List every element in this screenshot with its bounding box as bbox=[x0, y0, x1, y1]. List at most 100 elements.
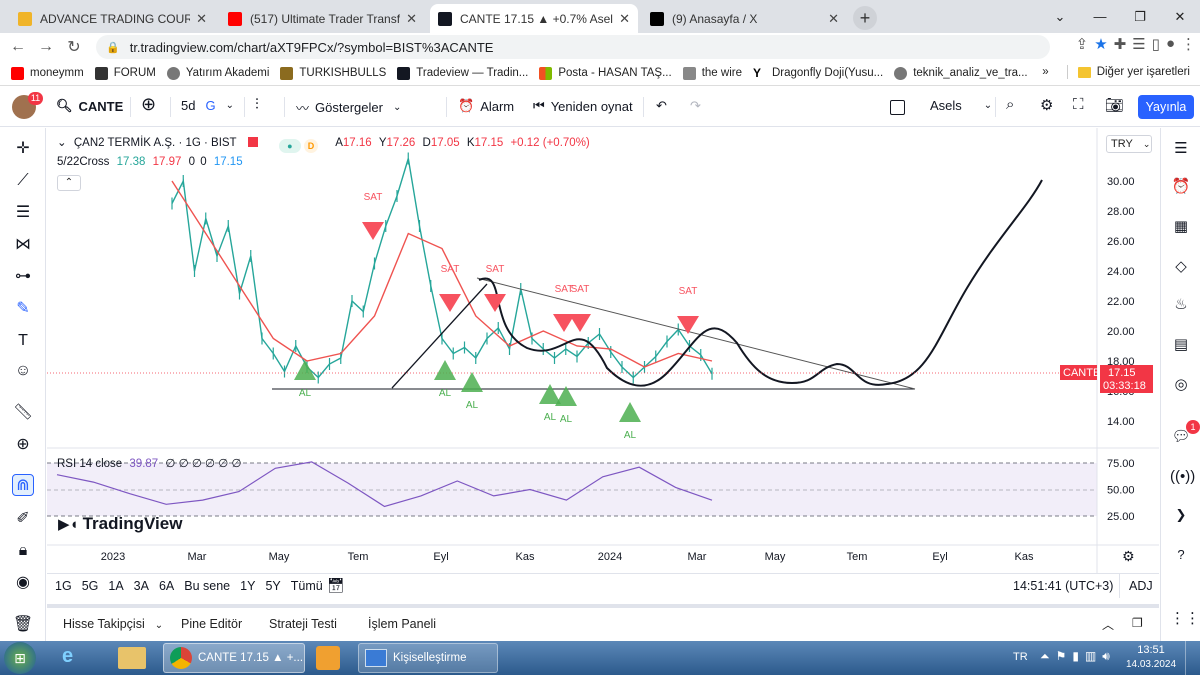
quick-search-icon[interactable]: ⌕ bbox=[1006, 96, 1014, 113]
close-icon[interactable]: ✕ bbox=[406, 11, 417, 27]
language-indicator[interactable]: TR bbox=[1013, 651, 1028, 663]
show-desktop-button[interactable] bbox=[1185, 641, 1200, 675]
replay-button[interactable]: ⏮ Yeniden oynat bbox=[533, 98, 633, 114]
bookmark-item[interactable]: FORUM bbox=[94, 66, 156, 80]
clock-timezone[interactable]: 14:51:41 (UTC+3) bbox=[1013, 579, 1113, 593]
lock-icon[interactable]: 🔒︎ bbox=[12, 540, 34, 562]
adjust-data-toggle[interactable]: ADJ bbox=[1129, 579, 1153, 593]
bookmark-item[interactable]: Posta - HASAN TAŞ... bbox=[539, 66, 672, 80]
flag-icon[interactable] bbox=[247, 137, 258, 147]
browser-tab[interactable]: (517) Ultimate Trader Transform ✕ bbox=[220, 4, 425, 33]
taskbar-time[interactable]: 13:51 bbox=[1130, 644, 1172, 656]
reload-icon[interactable]: ↻ bbox=[60, 37, 88, 57]
symbol-title[interactable]: ÇAN2 TERMİK A.Ş. · 1G · BIST bbox=[74, 137, 237, 149]
timeframe-button[interactable]: 5Y bbox=[265, 579, 280, 593]
undo-icon[interactable]: ↶ bbox=[656, 98, 667, 114]
interval-selector[interactable]: 5d G ⌄ bbox=[181, 98, 234, 113]
reading-list-icon[interactable]: ☰ bbox=[1132, 35, 1145, 53]
bookmark-item[interactable]: Y Dragonfly Doji(Yusu... bbox=[752, 66, 883, 80]
redo-icon[interactable]: ↷ bbox=[690, 98, 701, 114]
browser-tab[interactable]: (9) Anasayfa / X ✕ bbox=[642, 4, 847, 33]
close-window-icon[interactable]: ✕ bbox=[1160, 9, 1200, 25]
url-field[interactable]: 🔒 tr.tradingview.com/chart/aXT9FPCx/?sym… bbox=[96, 35, 1050, 59]
maximize-icon[interactable]: ❐ bbox=[1120, 9, 1160, 25]
tray-icons[interactable]: ⏶⚑▮▥🔊︎ bbox=[1040, 649, 1116, 664]
bookmark-item[interactable]: teknik_analiz_ve_tra... bbox=[894, 66, 1028, 80]
currency-selector[interactable]: TRY ⌄ bbox=[1106, 135, 1152, 153]
media-player-icon[interactable] bbox=[316, 646, 340, 670]
timeframe-button[interactable]: 6A bbox=[159, 579, 174, 593]
taskbar-app-chrome[interactable]: CANTE 17.15 ▲ +... bbox=[163, 643, 305, 673]
extensions-icon[interactable]: ✚ bbox=[1114, 35, 1127, 53]
symbol-search[interactable]: 🔍︎ CANTE bbox=[56, 98, 123, 114]
timeframe-button[interactable]: Tümü bbox=[291, 579, 323, 593]
share-icon[interactable]: ⇪ bbox=[1076, 35, 1089, 53]
ideas-icon[interactable]: ◎ bbox=[1170, 374, 1192, 396]
file-explorer-icon[interactable] bbox=[118, 647, 146, 669]
browser-tab-active[interactable]: CANTE 17.15 ▲ +0.7% Asels ✕ bbox=[430, 4, 638, 33]
magnet-icon[interactable]: ⋒ bbox=[12, 474, 34, 496]
expand-arrow-icon[interactable]: ❯ bbox=[1170, 504, 1192, 526]
candles-icon[interactable]: ⫶ bbox=[255, 96, 259, 113]
close-icon[interactable]: ✕ bbox=[828, 11, 839, 27]
internet-explorer-icon[interactable]: e bbox=[62, 645, 73, 668]
crosshair-icon[interactable]: ✛ bbox=[12, 138, 34, 160]
hotlist-fire-icon[interactable]: ♨ bbox=[1170, 294, 1192, 316]
chevron-up-icon[interactable]: ︿ bbox=[1102, 616, 1114, 633]
timeframe-button[interactable]: 1Y bbox=[240, 579, 255, 593]
close-icon[interactable]: ✕ bbox=[196, 11, 207, 27]
zoom-in-icon[interactable]: ⊕ bbox=[12, 434, 34, 456]
timeframe-button[interactable]: 1A bbox=[108, 579, 123, 593]
trend-line-icon[interactable]: ⟋ bbox=[12, 170, 34, 192]
bookmark-star-icon[interactable]: ★ bbox=[1094, 35, 1107, 53]
bookmark-item[interactable]: Yatırım Akademi bbox=[166, 66, 269, 80]
indicators-button[interactable]: 〰 Göstergeler ⌄ bbox=[296, 98, 401, 117]
timeframe-button[interactable]: 1G bbox=[55, 579, 72, 593]
new-tab-button[interactable]: + bbox=[853, 6, 877, 30]
cross-indicator-legend[interactable]: 5/22Cross 17.38 17.97 0 0 17.15 bbox=[57, 156, 243, 168]
grid-icon[interactable]: ⋮⋮ bbox=[1170, 608, 1200, 630]
layout-grid-icon[interactable] bbox=[890, 100, 905, 115]
timeframe-button[interactable]: 5G bbox=[82, 579, 99, 593]
alerts-clock-icon[interactable]: ⏰ bbox=[1170, 176, 1192, 198]
calendar-icon[interactable]: ▤ bbox=[1170, 334, 1192, 356]
sidebar-icon[interactable]: ▯ bbox=[1152, 35, 1160, 53]
back-icon[interactable]: ← bbox=[4, 38, 32, 56]
visibility-icon[interactable]: ◉ bbox=[12, 572, 34, 594]
emoji-icon[interactable]: ☺ bbox=[12, 360, 34, 382]
windows-start-icon[interactable]: ⊞ bbox=[4, 642, 36, 674]
date-range-icon[interactable]: 📅︎ bbox=[327, 577, 345, 594]
publish-button[interactable]: Yayınla bbox=[1138, 95, 1194, 119]
settings-icon[interactable]: ⚙ bbox=[1040, 96, 1053, 114]
watchlist-icon[interactable]: ☰ bbox=[1170, 138, 1192, 160]
stay-drawing-icon[interactable]: ✐ bbox=[12, 508, 34, 530]
pattern-icon[interactable]: ⋈ bbox=[12, 234, 34, 256]
other-bookmarks[interactable]: Diğer yer işaretleri bbox=[1097, 66, 1190, 78]
help-icon[interactable]: ? bbox=[1170, 544, 1192, 566]
camera-icon[interactable]: 📷︎ bbox=[1105, 96, 1124, 114]
forward-icon[interactable]: → bbox=[32, 38, 60, 56]
more-bookmarks-button[interactable]: » bbox=[1042, 66, 1048, 78]
menu-icon[interactable]: ⋮ bbox=[1181, 35, 1196, 53]
rsi-legend[interactable]: RSI 14 close 39.87 ∅ ∅ ∅ ∅ ∅ ∅ bbox=[57, 456, 241, 470]
panel-tab[interactable]: Hisse Takipçisi ⌄ bbox=[63, 617, 163, 631]
trash-icon[interactable]: 🗑︎ bbox=[12, 614, 34, 636]
tab-search-icon[interactable]: ⌄ bbox=[1040, 9, 1080, 25]
alert-button[interactable]: ⏰ Alarm bbox=[458, 98, 514, 114]
bookmark-item[interactable]: Tradeview — Tradin... bbox=[397, 66, 528, 80]
compare-symbol-icon[interactable]: ⊕ bbox=[141, 94, 156, 115]
chart-canvas[interactable]: SATSAT SATSATSAT SATAL ALALAL ALAL 30.0028.0… bbox=[47, 128, 1159, 573]
fib-retracement-icon[interactable]: ☰ bbox=[12, 202, 34, 224]
fullscreen-icon[interactable]: ⛶ bbox=[1073, 96, 1084, 113]
profile-icon[interactable]: ● bbox=[1166, 35, 1175, 53]
streams-icon[interactable]: ((•)) bbox=[1170, 466, 1195, 488]
minimize-icon[interactable]: — bbox=[1080, 9, 1120, 24]
timeframe-button[interactable]: Bu sene bbox=[184, 579, 230, 593]
panel-tab[interactable]: İşlem Paneli bbox=[368, 617, 436, 631]
brush-icon[interactable]: ✎ bbox=[12, 298, 34, 320]
layers-icon[interactable]: ◇ bbox=[1170, 256, 1192, 278]
layout-selector[interactable]: Asels ⌄ bbox=[930, 98, 992, 113]
panel-tab[interactable]: Strateji Testi bbox=[269, 617, 337, 631]
collapse-legend-button[interactable]: ⌃ bbox=[57, 175, 81, 191]
bookmark-item[interactable]: moneymm bbox=[11, 66, 84, 80]
